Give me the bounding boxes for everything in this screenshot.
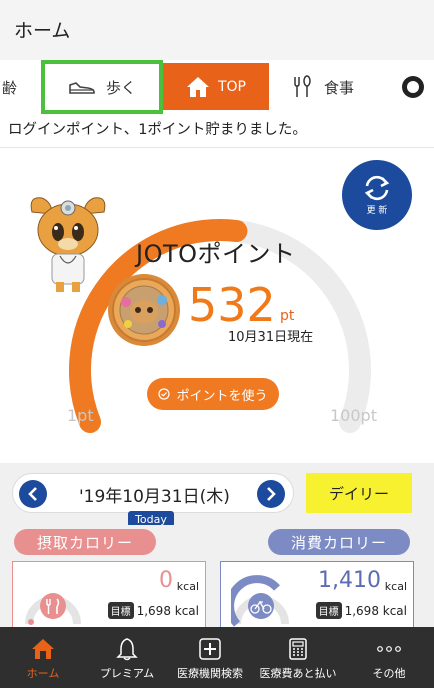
page-title: ホーム: [14, 20, 71, 42]
tab-age-label: 齢: [2, 78, 18, 97]
burned-goal-tag: 目標: [315, 602, 342, 619]
bicycle-icon: [231, 575, 289, 627]
burned-calorie-card[interactable]: 1,410 kcal 目標 1,698 kcal: [220, 561, 414, 629]
gauge-max-label: 100pt: [330, 406, 377, 425]
nav-home[interactable]: ホーム: [0, 627, 86, 688]
home-icon: [32, 639, 54, 659]
intake-goal: 目標 1,698 kcal: [107, 602, 199, 619]
tab-food-label: 食事: [324, 78, 355, 97]
current-date: '19年10月31日(木): [79, 487, 230, 507]
app-screen: ホーム 齢 歩く TOP 食事 ログインポイント、1ポイント貯まりました。 更 …: [0, 0, 434, 688]
tab-age[interactable]: 齢: [0, 60, 30, 114]
intake-calorie-unit: kcal: [176, 580, 199, 593]
nav-other-label: その他: [372, 667, 406, 680]
medical-cross-icon: [199, 638, 221, 660]
app-bar: ホーム: [0, 0, 434, 60]
category-tabs: 齢 歩く TOP 食事: [0, 60, 434, 114]
use-points-button[interactable]: ポイントを使う: [147, 378, 279, 410]
prev-day-button[interactable]: [19, 480, 47, 508]
login-bonus-message: ログインポイント、1ポイント貯まりました。: [0, 114, 434, 148]
nav-home-label: ホーム: [26, 667, 60, 680]
points-value: 532: [188, 278, 276, 332]
next-day-button[interactable]: [257, 480, 285, 508]
intake-goal-value: 1,698 kcal: [136, 603, 199, 618]
nav-deferred-payment[interactable]: 医療費あと払い: [252, 627, 344, 688]
calories-section: 摂取カロリー 消費カロリー 0 kcal 目標 1,698 kcal 1,410…: [0, 525, 434, 629]
bottom-nav: ホーム プレミアム 医療機関検索 医療費あと払い その他: [0, 627, 434, 688]
intake-calorie-value: 0: [159, 568, 173, 593]
refresh-icon: [364, 175, 390, 201]
points-as-of: 10月31日現在: [228, 330, 314, 345]
burned-goal-value: 1,698 kcal: [344, 603, 407, 618]
tab-next[interactable]: [402, 60, 434, 114]
burned-calorie-badge: 消費カロリー: [268, 529, 410, 555]
tab-food[interactable]: 食事: [292, 60, 382, 114]
refresh-label: 更 新: [366, 206, 388, 216]
burned-goal: 目標 1,698 kcal: [315, 602, 407, 619]
more-dots-icon: [377, 646, 401, 652]
intake-calorie-card[interactable]: 0 kcal 目標 1,698 kcal: [12, 561, 206, 629]
tab-top[interactable]: TOP: [163, 63, 269, 110]
nav-premium-label: プレミアム: [99, 667, 155, 680]
intake-calorie-badge: 摂取カロリー: [14, 529, 156, 555]
bell-icon: [116, 638, 138, 661]
deer-doctor-mascot: [30, 197, 106, 292]
calculator-icon: [289, 638, 307, 660]
date-selector: '19年10月31日(木): [12, 473, 294, 513]
fork-spoon-icon: [294, 75, 311, 97]
points-title: JOTOポイント: [136, 240, 296, 268]
shoe-icon: [69, 82, 95, 94]
points-card: 更 新 JOTOポイント 532 pt 10月31日現在 ポイントを使う 1pt…: [0, 148, 434, 463]
soccer-ball-icon: [402, 76, 424, 98]
points-unit: pt: [280, 308, 295, 324]
burned-calorie-unit: kcal: [384, 580, 407, 593]
burned-calorie-value: 1,410: [318, 568, 381, 593]
date-bar: '19年10月31日(木) Today デイリー: [0, 463, 434, 527]
nav-premium[interactable]: プレミアム: [86, 627, 168, 688]
tab-walk-label: 歩く: [105, 78, 136, 97]
gauge-min-label: 1pt: [67, 406, 94, 425]
intake-goal-tag: 目標: [107, 602, 134, 619]
meal-icon: [25, 593, 81, 625]
nav-deferred-payment-label: 医療費あと払い: [259, 667, 337, 680]
points-coin-icon: [108, 274, 180, 346]
chevron-left-icon: [28, 487, 37, 501]
use-points-label: ポイントを使う: [176, 388, 268, 404]
tab-top-label: TOP: [217, 78, 246, 95]
daily-toggle[interactable]: デイリー: [306, 473, 412, 513]
refresh-button[interactable]: 更 新: [342, 160, 412, 230]
tab-walk[interactable]: 歩く: [41, 60, 163, 114]
nav-other[interactable]: その他: [344, 627, 434, 688]
nav-medical-search[interactable]: 医療機関検索: [168, 627, 252, 688]
house-icon: [186, 76, 209, 97]
nav-medical-search-label: 医療機関検索: [177, 667, 243, 680]
circle-check-icon: [158, 388, 171, 400]
chevron-right-icon: [267, 487, 276, 501]
